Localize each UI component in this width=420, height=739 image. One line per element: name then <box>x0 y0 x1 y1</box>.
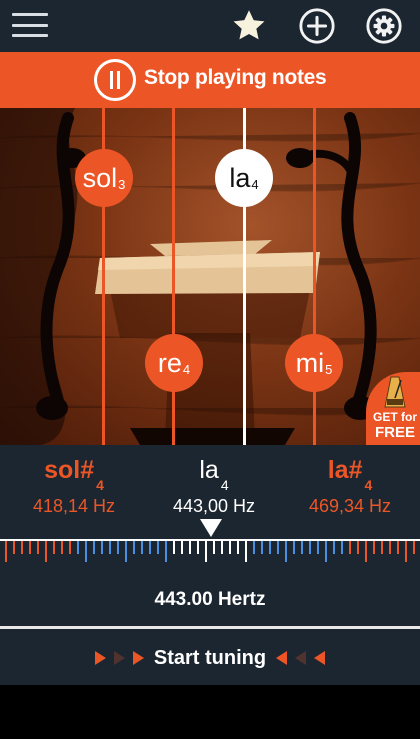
string-re[interactable] <box>172 108 175 445</box>
next-note: la#4 469,34 Hz <box>280 455 420 517</box>
note-octave: 5 <box>325 361 333 377</box>
star-icon[interactable] <box>228 6 270 46</box>
arrow-left-icon <box>295 651 307 665</box>
current-note-frequency: 443,00 Hz <box>172 496 256 516</box>
current-note-octave: 4 <box>220 477 229 493</box>
note-name: mi <box>295 347 325 378</box>
note-octave: 4 <box>182 361 191 377</box>
start-tuning-label: Start tuning <box>153 646 267 669</box>
arrow-left-icon <box>276 651 288 665</box>
note-button-la4[interactable]: la 4 <box>215 149 273 207</box>
violin-graphic <box>0 108 420 445</box>
tuning-scale <box>0 539 420 562</box>
gear-icon[interactable] <box>363 6 405 46</box>
note-octave: 4 <box>251 176 259 192</box>
note-name: sol <box>82 162 118 193</box>
prev-note-name: sol# <box>44 456 95 484</box>
current-note-name: la <box>199 456 219 484</box>
note-octave: 3 <box>118 176 126 192</box>
next-note-frequency: 469,34 Hz <box>308 496 392 516</box>
top-toolbar <box>0 0 420 52</box>
hamburger-menu-icon[interactable] <box>10 10 50 40</box>
note-button-sol3[interactable]: sol 3 <box>75 149 133 207</box>
divider <box>0 626 420 629</box>
next-note-octave: 4 <box>364 477 373 493</box>
pause-circle-icon <box>94 59 136 101</box>
current-note: la4 443,00 Hz <box>144 455 284 517</box>
arrow-right-icon <box>113 651 125 665</box>
start-tuning-button[interactable]: Start tuning <box>0 641 420 675</box>
note-button-re4[interactable]: re 4 <box>145 334 203 392</box>
hertz-readout: 443.00 Hertz <box>154 589 266 610</box>
note-button-mi5[interactable]: mi 5 <box>285 334 343 392</box>
metronome-icon <box>384 376 406 408</box>
promo-line2: FREE <box>374 424 415 441</box>
promo-text: GET for FREE <box>370 410 420 440</box>
pitch-pointer <box>200 519 222 537</box>
plus-circle-icon[interactable] <box>296 6 338 46</box>
prev-note-frequency: 418,14 Hz <box>32 496 116 516</box>
prev-note-octave: 4 <box>96 477 104 493</box>
string-mi[interactable] <box>313 108 316 445</box>
tuner-panel: sol#4 418,14 Hz la4 443,00 Hz la#4 469,3… <box>0 445 420 685</box>
arrow-right-icon <box>94 651 106 665</box>
stop-playing-label: Stop playing notes <box>144 66 327 89</box>
next-note-name: la# <box>327 456 363 484</box>
note-name: la <box>229 162 251 193</box>
violin-body: sol 3 la 4 re 4 mi 5 <box>0 108 420 445</box>
right-arrows <box>276 651 326 665</box>
stop-playing-button[interactable]: Stop playing notes <box>0 52 420 108</box>
note-name: re <box>157 347 182 378</box>
system-bottom-area <box>0 685 420 739</box>
prev-note: sol#4 418,14 Hz <box>4 455 144 517</box>
arrow-right-icon <box>132 651 144 665</box>
arrow-left-icon <box>314 651 326 665</box>
left-arrows <box>94 651 144 665</box>
promo-line1: GET for <box>373 410 417 424</box>
